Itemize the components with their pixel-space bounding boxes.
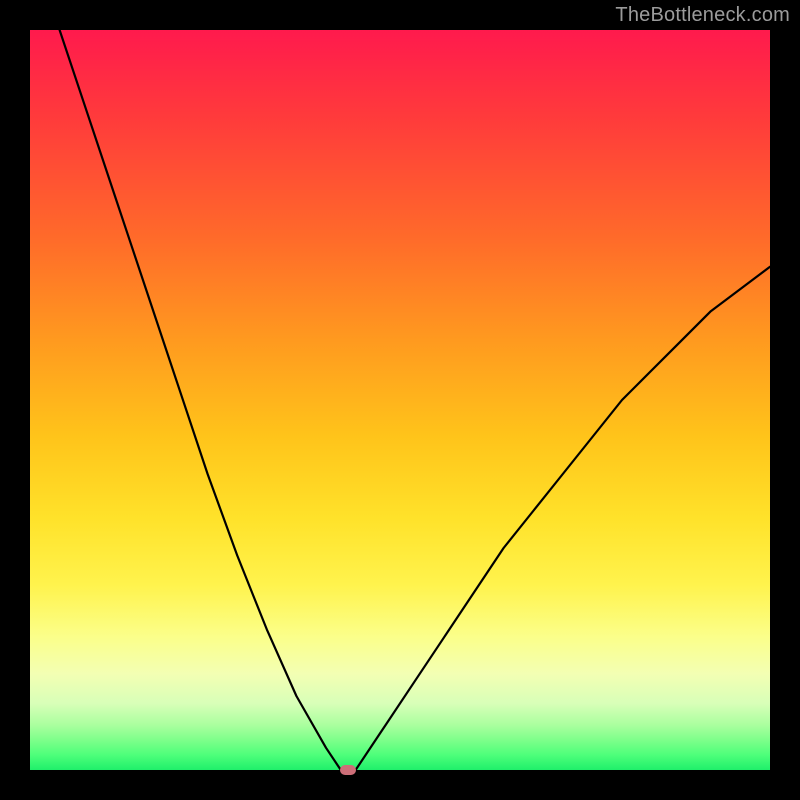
curve-svg [30,30,770,770]
curve-path [60,30,770,770]
chart-frame: TheBottleneck.com [0,0,800,800]
minimum-marker [340,765,356,775]
watermark-text: TheBottleneck.com [615,4,790,27]
plot-area [30,30,770,770]
